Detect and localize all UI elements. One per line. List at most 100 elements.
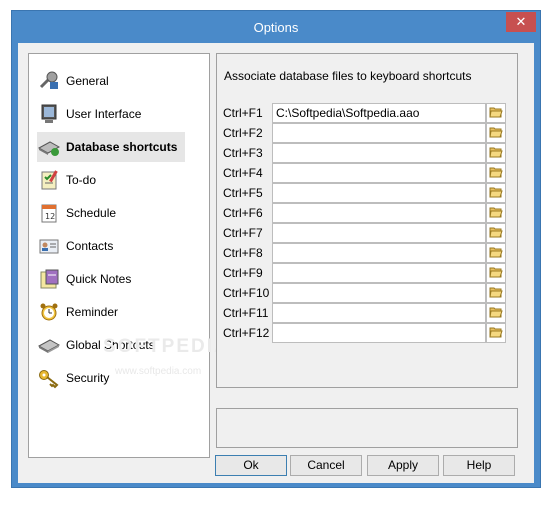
- sidebar-item-contacts[interactable]: Contacts: [37, 231, 197, 261]
- database-path-field[interactable]: [272, 163, 486, 183]
- folder-open-icon: [489, 206, 503, 221]
- shortcut-key-label: Ctrl+F11: [223, 306, 269, 320]
- shortcut-row-ctrl-f4: Ctrl+F4: [223, 163, 507, 183]
- folder-open-icon: [489, 306, 503, 321]
- database-path-field[interactable]: [272, 263, 486, 283]
- database-path-field[interactable]: [272, 143, 486, 163]
- browse-folder-button[interactable]: [486, 123, 506, 143]
- shortcut-row-ctrl-f2: Ctrl+F2: [223, 123, 507, 143]
- shortcut-key-label: Ctrl+F6: [223, 206, 263, 220]
- shortcut-key-label: Ctrl+F9: [223, 266, 263, 280]
- folder-open-icon: [489, 166, 503, 181]
- shortcut-key-label: Ctrl+F5: [223, 186, 263, 200]
- shortcut-row-ctrl-f6: Ctrl+F6: [223, 203, 507, 223]
- calendar-icon: 12: [37, 201, 61, 225]
- sidebar-item-database-shortcuts[interactable]: Database shortcuts: [37, 132, 185, 162]
- browse-folder-button[interactable]: [486, 143, 506, 163]
- panel-heading: Associate database files to keyboard sho…: [224, 69, 472, 83]
- keyboard-icon: [37, 135, 61, 159]
- browse-folder-button[interactable]: [486, 223, 506, 243]
- todo-icon: [37, 168, 61, 192]
- sidebar-item-label: General: [66, 74, 109, 88]
- softpedia-watermark-url: www.softpedia.com: [115, 366, 202, 377]
- sidebar-item-general[interactable]: General: [37, 66, 197, 96]
- window-title: Options: [253, 20, 299, 35]
- shortcut-key-label: Ctrl+F8: [223, 246, 263, 260]
- browse-folder-button[interactable]: [486, 163, 506, 183]
- database-path-field[interactable]: [272, 303, 486, 323]
- database-path-field[interactable]: [272, 123, 486, 143]
- browse-folder-button[interactable]: [486, 263, 506, 283]
- svg-text:12: 12: [45, 212, 55, 221]
- shortcut-key-label: Ctrl+F1: [223, 106, 263, 120]
- browse-folder-button[interactable]: [486, 323, 506, 343]
- database-path-field[interactable]: [272, 223, 486, 243]
- folder-open-icon: [489, 326, 503, 341]
- tools-icon: [37, 69, 61, 93]
- options-window: Options ✕ General User Interface Databas…: [11, 10, 541, 488]
- shortcut-row-ctrl-f10: Ctrl+F10: [223, 283, 507, 303]
- database-path-field[interactable]: [272, 283, 486, 303]
- folder-open-icon: [489, 246, 503, 261]
- shortcut-row-ctrl-f12: Ctrl+F12: [223, 323, 507, 343]
- database-path-field[interactable]: [272, 243, 486, 263]
- database-path-field[interactable]: C:\Softpedia\Softpedia.aao: [272, 103, 486, 123]
- sidebar-item-label: Reminder: [66, 305, 119, 319]
- key-icon: [37, 366, 61, 390]
- sidebar-item-quick-notes[interactable]: Quick Notes: [37, 264, 197, 294]
- shortcut-row-ctrl-f3: Ctrl+F3: [223, 143, 507, 163]
- alarm-clock-icon: [37, 300, 61, 324]
- close-button[interactable]: ✕: [506, 12, 536, 32]
- browse-folder-button[interactable]: [486, 183, 506, 203]
- shortcut-key-label: Ctrl+F10: [223, 286, 270, 300]
- browse-folder-button[interactable]: [486, 103, 506, 123]
- shortcut-row-ctrl-f1: Ctrl+F1 C:\Softpedia\Softpedia.aao: [223, 103, 507, 123]
- shortcut-key-label: Ctrl+F3: [223, 146, 263, 160]
- description-box: [216, 408, 518, 448]
- shortcut-row-ctrl-f11: Ctrl+F11: [223, 303, 507, 323]
- sidebar-item-reminder[interactable]: Reminder: [37, 297, 197, 327]
- shortcut-row-ctrl-f8: Ctrl+F8: [223, 243, 507, 263]
- browse-folder-button[interactable]: [486, 283, 506, 303]
- sidebar-item-label: Contacts: [66, 239, 114, 253]
- database-path-field[interactable]: [272, 323, 486, 343]
- notes-icon: [37, 267, 61, 291]
- sidebar-item-label: Quick Notes: [66, 272, 132, 286]
- database-shortcuts-panel: Associate database files to keyboard sho…: [216, 53, 518, 388]
- shortcut-row-ctrl-f5: Ctrl+F5: [223, 183, 507, 203]
- sidebar-item-label: To-do: [66, 173, 97, 187]
- folder-open-icon: [489, 286, 503, 301]
- database-path-field[interactable]: [272, 183, 486, 203]
- folder-open-icon: [489, 186, 503, 201]
- shortcut-key-label: Ctrl+F4: [223, 166, 263, 180]
- browse-folder-button[interactable]: [486, 203, 506, 223]
- database-path-field[interactable]: [272, 203, 486, 223]
- contacts-icon: [37, 234, 61, 258]
- browse-folder-button[interactable]: [486, 243, 506, 263]
- sidebar-item-label: Database shortcuts: [66, 140, 178, 154]
- ok-button[interactable]: Ok: [215, 455, 287, 476]
- sidebar-item-label: User Interface: [66, 107, 142, 121]
- sidebar-item-label: Schedule: [66, 206, 117, 220]
- options-sidebar: General User Interface Database shortcut…: [28, 53, 228, 458]
- cancel-button[interactable]: Cancel: [290, 455, 362, 476]
- sidebar-item-user-interface[interactable]: User Interface: [37, 99, 197, 129]
- apply-button[interactable]: Apply: [367, 455, 439, 476]
- shortcut-row-ctrl-f7: Ctrl+F7: [223, 223, 507, 243]
- browse-folder-button[interactable]: [486, 303, 506, 323]
- dialog-client: General User Interface Database shortcut…: [18, 43, 534, 483]
- sidebar-item-label: Security: [66, 371, 110, 385]
- shortcut-key-label: Ctrl+F12: [223, 326, 270, 340]
- title-bar[interactable]: Options ✕: [12, 11, 540, 43]
- shortcut-key-label: Ctrl+F7: [223, 226, 263, 240]
- monitor-icon: [37, 102, 61, 126]
- sidebar-item-to-do[interactable]: To-do: [37, 165, 197, 195]
- sidebar-item-schedule[interactable]: 12 Schedule: [37, 198, 197, 228]
- softpedia-watermark: SOFTPEDIA: [103, 336, 230, 357]
- help-button[interactable]: Help: [443, 455, 515, 476]
- shortcut-key-label: Ctrl+F2: [223, 126, 263, 140]
- keyboard-icon: [37, 333, 61, 357]
- folder-open-icon: [489, 146, 503, 161]
- folder-open-icon: [489, 106, 503, 121]
- folder-open-icon: [489, 266, 503, 281]
